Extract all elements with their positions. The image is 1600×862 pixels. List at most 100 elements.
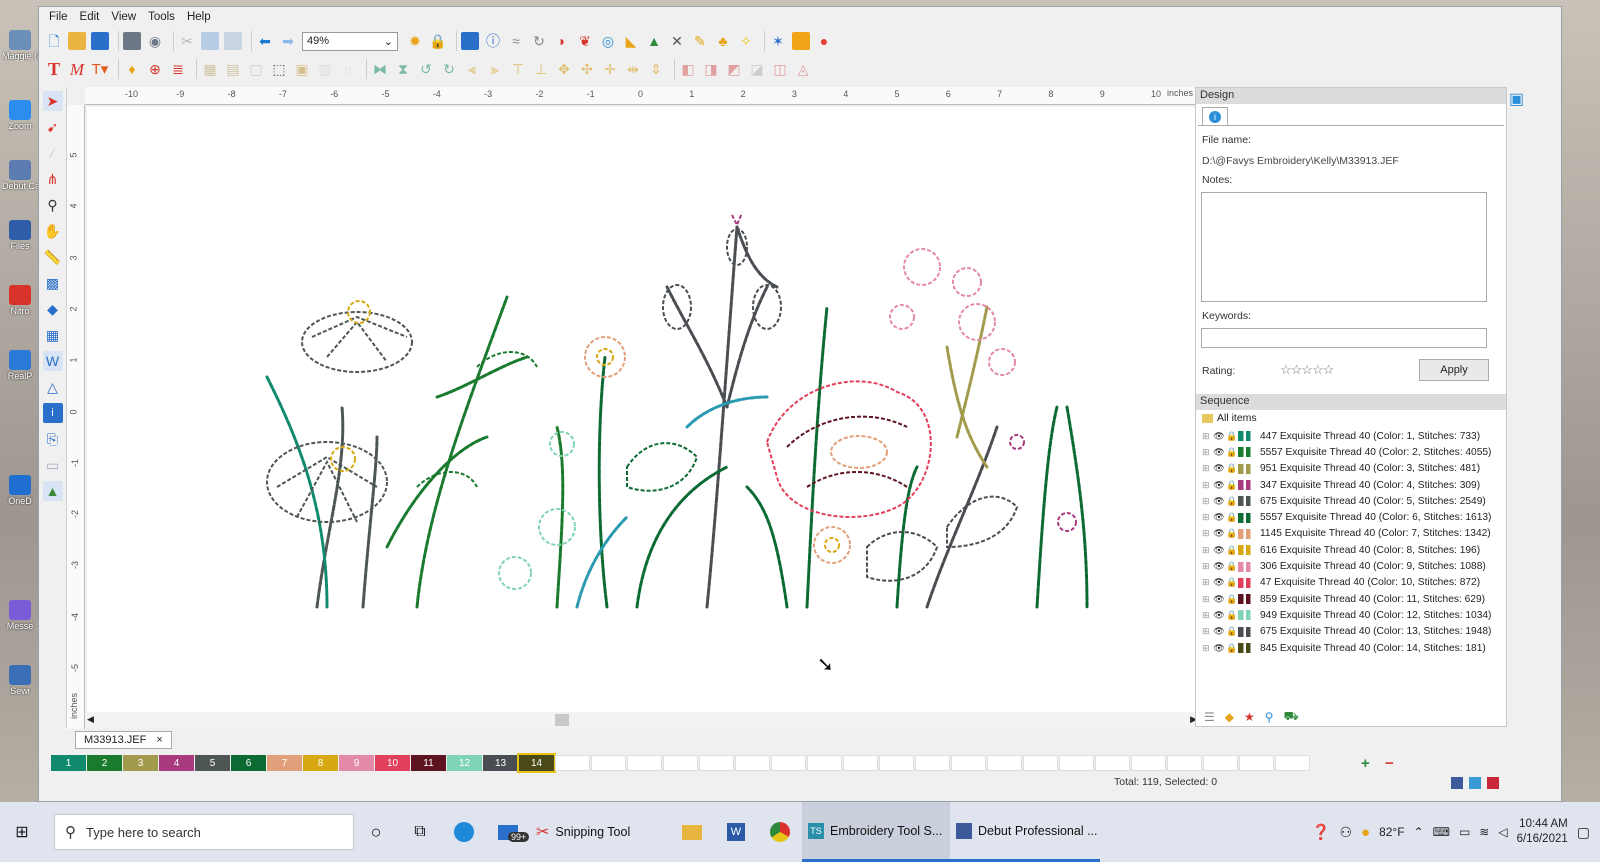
- cortana-button[interactable]: ○: [354, 802, 398, 862]
- eye-icon[interactable]: 👁: [1212, 577, 1226, 588]
- expand-icon[interactable]: ⊞: [1202, 610, 1212, 621]
- color-swatch[interactable]: 1: [51, 755, 86, 771]
- lock-icon[interactable]: 🔒: [1226, 561, 1238, 572]
- loop-icon[interactable]: ↻: [530, 32, 548, 50]
- menu-tools[interactable]: Tools: [142, 11, 181, 23]
- color-swatch[interactable]: 6: [231, 755, 266, 771]
- lock-icon[interactable]: 🔒: [1226, 463, 1238, 474]
- taskbar-app-embroidery[interactable]: TS Embroidery Tool S...: [802, 802, 950, 862]
- desktop-icon[interactable]: Sewi: [2, 665, 38, 696]
- color-swatch[interactable]: 11: [411, 755, 446, 771]
- print-preview-icon[interactable]: ◉: [146, 32, 164, 50]
- monogram-icon[interactable]: M: [68, 60, 86, 78]
- redo-arrow-icon[interactable]: ➡: [279, 32, 297, 50]
- image-icon[interactable]: ▩: [43, 273, 63, 293]
- chrome-button[interactable]: [758, 802, 802, 862]
- shape-icon[interactable]: △: [43, 377, 63, 397]
- empty-color-slot[interactable]: [1023, 755, 1058, 771]
- empty-color-slot[interactable]: [1059, 755, 1094, 771]
- taskbar-app-snipping[interactable]: ✂ Snipping Tool: [530, 802, 670, 862]
- sequence-item[interactable]: ⊞ 👁 🔒 5557 Exquisite Thread 40 (Color: 6, S…: [1196, 509, 1506, 525]
- bring-front-icon[interactable]: ◧: [679, 60, 697, 78]
- paste-icon[interactable]: [224, 32, 242, 50]
- network-icon[interactable]: ⌨: [1433, 825, 1450, 839]
- apply-button[interactable]: Apply: [1419, 359, 1489, 381]
- edge-button[interactable]: [442, 802, 486, 862]
- space-vertical-icon[interactable]: ⇕: [647, 60, 665, 78]
- eye-icon[interactable]: 👁: [1212, 496, 1226, 507]
- eye-icon[interactable]: 👁: [1212, 643, 1226, 654]
- eye-icon[interactable]: 👁: [1212, 610, 1226, 621]
- weld-icon[interactable]: ◩: [725, 60, 743, 78]
- eye-icon[interactable]: 👁: [1212, 447, 1226, 458]
- lock-icon[interactable]: 🔒: [1226, 610, 1238, 621]
- lock-icon[interactable]: 🔒: [1226, 496, 1238, 507]
- mail-button[interactable]: 99+: [486, 802, 530, 862]
- lock-icon[interactable]: 🔒: [1226, 594, 1238, 605]
- desktop-icon[interactable]: Nitro: [2, 285, 38, 316]
- color-swatch[interactable]: 4: [159, 755, 194, 771]
- zoom-select[interactable]: 49% ⌄: [302, 31, 398, 51]
- sequence-item[interactable]: ⊞ 👁 🔒 347 Exquisite Thread 40 (Color: 4, St…: [1196, 477, 1506, 493]
- social-twitter-icon[interactable]: [1469, 777, 1481, 789]
- print-icon[interactable]: [123, 32, 141, 50]
- social-pinterest-icon[interactable]: [1487, 777, 1499, 789]
- eye-icon[interactable]: 👁: [1212, 528, 1226, 539]
- sequence-item[interactable]: ⊞ 👁 🔒 306 Exquisite Thread 40 (Color: 9, St…: [1196, 558, 1506, 574]
- lock-icon[interactable]: 🔒: [1226, 512, 1238, 523]
- rotate-left-icon[interactable]: ↺: [417, 60, 435, 78]
- clock[interactable]: 10:44 AM 6/16/2021: [1517, 817, 1568, 847]
- space-horizontal-icon[interactable]: ⇹: [624, 60, 642, 78]
- empty-color-slot[interactable]: [1203, 755, 1238, 771]
- satin-icon[interactable]: W: [42, 351, 63, 371]
- expand-icon[interactable]: ⊞: [1202, 626, 1212, 637]
- record-icon[interactable]: ●: [815, 32, 833, 50]
- empty-color-slot[interactable]: [1131, 755, 1166, 771]
- eye-icon[interactable]: 👁: [1212, 545, 1226, 556]
- empty-color-slot[interactable]: [807, 755, 842, 771]
- desktop-icon[interactable]: RealP: [2, 350, 38, 381]
- sequence-item[interactable]: ⊞ 👁 🔒 675 Exquisite Thread 40 (Color: 13, S…: [1196, 624, 1506, 640]
- empty-color-slot[interactable]: [555, 755, 590, 771]
- lock-icon[interactable]: 🔒: [1226, 545, 1238, 556]
- rotate-right-icon[interactable]: ↻: [440, 60, 458, 78]
- favorite-star-icon[interactable]: ★: [1244, 710, 1255, 724]
- mirror-vertical-icon[interactable]: ⧗: [394, 60, 412, 78]
- expand-icon[interactable]: ⊞: [1202, 528, 1212, 539]
- expand-icon[interactable]: ⊞: [1202, 594, 1212, 605]
- node-edit-icon[interactable]: ➹: [43, 117, 63, 137]
- target-icon[interactable]: ⊕: [146, 60, 164, 78]
- taskbar-search[interactable]: ⚲ Type here to search: [54, 814, 354, 850]
- ring-icon[interactable]: ○: [339, 60, 357, 78]
- expand-icon[interactable]: ⊞: [1202, 496, 1212, 507]
- hoop-icon[interactable]: [461, 32, 479, 50]
- empty-color-slot[interactable]: [1239, 755, 1274, 771]
- empty-color-slot[interactable]: [663, 755, 698, 771]
- empty-color-slot[interactable]: [735, 755, 770, 771]
- expand-icon[interactable]: ⊞: [1202, 512, 1212, 523]
- picture-icon[interactable]: ▲: [42, 481, 63, 501]
- volume-icon[interactable]: ◁: [1498, 825, 1507, 839]
- people-icon[interactable]: ⚇: [1339, 824, 1352, 841]
- lock-icon[interactable]: 🔒: [1226, 447, 1238, 458]
- send-back-icon[interactable]: ◨: [702, 60, 720, 78]
- measure-icon[interactable]: 📏: [43, 247, 63, 267]
- properties-info-icon[interactable]: i: [42, 403, 63, 423]
- cart-icon[interactable]: ⛟: [1284, 709, 1299, 725]
- group-icon[interactable]: ▦: [201, 60, 219, 78]
- sequence-all-items[interactable]: All items: [1202, 412, 1257, 424]
- empty-color-slot[interactable]: [627, 755, 662, 771]
- empty-color-slot[interactable]: [771, 755, 806, 771]
- cube-icon[interactable]: ◆: [43, 299, 63, 319]
- location-pin-icon[interactable]: ⚲: [1265, 710, 1274, 724]
- color-swatch[interactable]: 14: [517, 753, 556, 773]
- color-swatch[interactable]: 9: [339, 755, 374, 771]
- design-canvas[interactable]: ➘: [87, 107, 1219, 725]
- empty-color-slot[interactable]: [879, 755, 914, 771]
- save-icon[interactable]: [91, 32, 109, 50]
- sequence-item[interactable]: ⊞ 👁 🔒 675 Exquisite Thread 40 (Color: 5, St…: [1196, 493, 1506, 509]
- wifi-icon[interactable]: ≋: [1479, 825, 1489, 839]
- word-button[interactable]: W: [714, 802, 758, 862]
- lock-icon[interactable]: 🔒: [1226, 431, 1238, 442]
- color-swatch[interactable]: 7: [267, 755, 302, 771]
